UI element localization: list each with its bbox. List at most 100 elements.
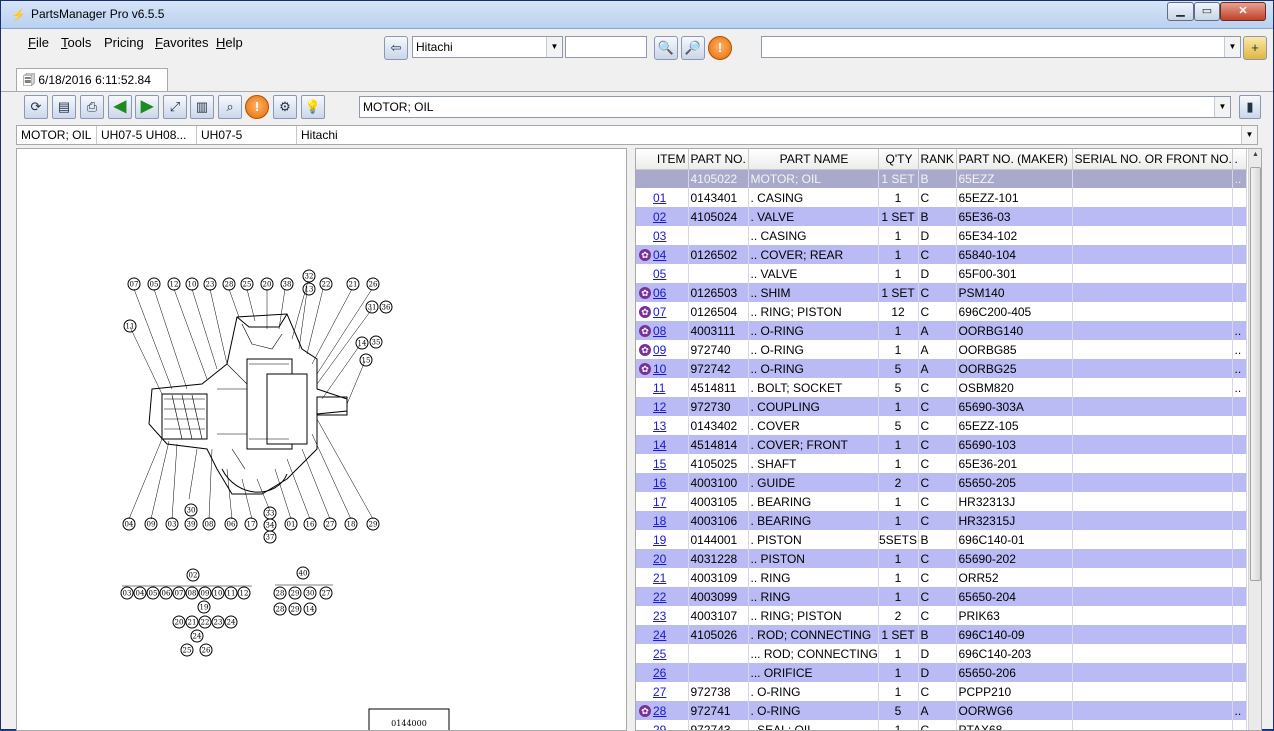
book-icon[interactable]: ▮ — [1239, 95, 1261, 119]
item-link[interactable]: 06 — [653, 286, 666, 300]
vertical-scrollbar[interactable]: ▲ — [1248, 149, 1262, 731]
table-row[interactable]: 130143402. COVER5C65EZZ-105 — [636, 416, 1246, 435]
item-link[interactable]: 24 — [653, 628, 666, 642]
chevron-down-icon[interactable]: ▼ — [1241, 126, 1257, 144]
gear-icon[interactable]: ✿ — [639, 344, 651, 356]
table-row[interactable]: 26... ORIFICE1D65650-206 — [636, 663, 1246, 682]
column-header-maker-part-no[interactable]: PART NO. (MAKER) — [956, 149, 1072, 169]
alert-icon[interactable]: ! — [245, 95, 269, 119]
item-link[interactable]: 02 — [653, 210, 666, 224]
table-row[interactable]: 25... ROD; CONNECTING1D696C140-203 — [636, 644, 1246, 663]
column-header-rank[interactable]: RANK — [918, 149, 956, 169]
column-header-qty[interactable]: Q'TY — [878, 149, 918, 169]
tab-session[interactable]: 🗐 6/18/2016 6:11:52.84 — [16, 68, 168, 92]
table-row[interactable]: 27972738. O-RING1CPCPP210 — [636, 682, 1246, 701]
item-link[interactable]: 16 — [653, 476, 666, 490]
table-row[interactable]: 03.. CASING1D65E34-102 — [636, 226, 1246, 245]
table-row[interactable]: 29972743. SEAL; OIL1CPTAX68 — [636, 720, 1246, 731]
menu-pricing[interactable]: Pricing — [104, 35, 144, 50]
table-row[interactable]: 144514814. COVER; FRONT1C65690-103 — [636, 435, 1246, 454]
item-link[interactable]: 27 — [653, 685, 666, 699]
item-link[interactable]: 09 — [653, 343, 666, 357]
item-link[interactable]: 28 — [653, 704, 666, 718]
table-row[interactable]: 234003107.. RING; PISTON2CPRIK63 — [636, 606, 1246, 625]
table-row[interactable]: 05.. VALVE1D65F00-301 — [636, 264, 1246, 283]
close-button[interactable]: ✕ — [1220, 2, 1266, 21]
item-link[interactable]: 04 — [653, 248, 666, 262]
table-row[interactable]: ✿040126502.. COVER; REAR1C65840-104 — [636, 245, 1246, 264]
menu-help[interactable]: Help — [216, 35, 243, 50]
table-row[interactable]: 12972730. COUPLING1C65690-303A — [636, 397, 1246, 416]
table-row[interactable]: 204031228.. PISTON1C65690-202 — [636, 549, 1246, 568]
item-link[interactable]: 19 — [653, 533, 666, 547]
item-link[interactable]: 17 — [653, 495, 666, 509]
table-row[interactable]: 010143401. CASING1C65EZZ-101 — [636, 188, 1246, 207]
item-link[interactable]: 12 — [653, 400, 666, 414]
breadcrumb-item[interactable]: UH07-5 UH08... — [97, 126, 197, 144]
menu-favorites[interactable]: Favorites — [155, 35, 208, 50]
column-header-part-no[interactable]: PART NO. — [688, 149, 748, 169]
table-row[interactable]: 184003106. BEARING1CHR32315J — [636, 511, 1246, 530]
alert-icon[interactable]: ! — [708, 36, 732, 60]
panel-icon[interactable]: ▥ — [190, 95, 214, 119]
table-row[interactable]: 224003099.. RING1C65650-204 — [636, 587, 1246, 606]
table-row[interactable]: ✿084003111.. O-RING1AOORBG140.. — [636, 321, 1246, 340]
scrollbar-thumb[interactable] — [1250, 167, 1261, 581]
parts-diagram[interactable]: 07 05 12 10 23 28 25 20 38 32 13 22 21 2… — [16, 148, 627, 731]
item-link[interactable]: 20 — [653, 552, 666, 566]
settings-icon[interactable]: ⚙ — [273, 95, 297, 119]
minimize-button[interactable]: ▁ — [1167, 2, 1194, 21]
print-preview-icon[interactable]: ▤ — [52, 95, 76, 119]
table-row[interactable]: ✿09972740.. O-RING1AOORBG85.. — [636, 340, 1246, 359]
manufacturer-select[interactable]: Hitachi ▼ — [412, 36, 563, 58]
item-link[interactable]: 05 — [653, 267, 666, 281]
item-link[interactable]: 23 — [653, 609, 666, 623]
chevron-down-icon[interactable]: ▼ — [1214, 97, 1230, 117]
refresh-icon[interactable]: ⟳ — [24, 95, 48, 119]
table-row[interactable]: 244105026. ROD; CONNECTING1 SETB696C140-… — [636, 625, 1246, 644]
table-row[interactable]: ✿070126504.. RING; PISTON12C696C200-405 — [636, 302, 1246, 321]
item-link[interactable]: 14 — [653, 438, 666, 452]
section-select[interactable]: MOTOR; OIL ▼ — [359, 96, 1231, 118]
item-link[interactable]: 07 — [653, 305, 666, 319]
item-link[interactable]: 15 — [653, 457, 666, 471]
table-row[interactable]: 214003109.. RING1CORR52 — [636, 568, 1246, 587]
gear-icon[interactable]: ✿ — [639, 306, 651, 318]
search-icon[interactable]: 🔍 — [654, 36, 678, 60]
item-link[interactable]: 03 — [653, 229, 666, 243]
item-link[interactable]: 08 — [653, 324, 666, 338]
gear-icon[interactable]: ✿ — [639, 363, 651, 375]
column-header-serial-no[interactable]: SERIAL NO. OR FRONT NO. — [1072, 149, 1232, 169]
table-row[interactable]: 174003105. BEARING1CHR32313J — [636, 492, 1246, 511]
hint-icon[interactable]: 💡 — [301, 95, 325, 119]
chevron-down-icon[interactable]: ▼ — [546, 37, 562, 57]
print-icon[interactable]: ⎙ — [80, 95, 104, 119]
breadcrumb-item[interactable]: MOTOR; OIL — [17, 126, 97, 144]
maximize-button[interactable]: ▭ — [1194, 2, 1220, 21]
item-link[interactable]: 25 — [653, 647, 666, 661]
item-link[interactable]: 13 — [653, 419, 666, 433]
table-row[interactable]: ✿28972741. O-RING5AOORWG6.. — [636, 701, 1246, 720]
chevron-down-icon[interactable]: ▼ — [1224, 37, 1240, 57]
back-icon[interactable]: ⇦ — [384, 36, 408, 60]
column-header-item[interactable]: ITEM — [636, 149, 688, 169]
item-link[interactable]: 10 — [653, 362, 666, 376]
scroll-up-icon[interactable]: ▲ — [1250, 151, 1261, 163]
table-row[interactable]: 024105024. VALVE1 SETB65E36-03 — [636, 207, 1246, 226]
table-row[interactable]: 114514811. BOLT; SOCKET5COSBM820.. — [636, 378, 1246, 397]
forward-arrow-icon[interactable]: ▶ — [135, 95, 159, 119]
table-row[interactable]: ✿10972742.. O-RING5AOORBG25.. — [636, 359, 1246, 378]
item-link[interactable]: 21 — [653, 571, 666, 585]
item-link[interactable]: 01 — [653, 191, 666, 205]
table-row[interactable]: 4105022MOTOR; OIL1 SETB65EZZ.. — [636, 169, 1246, 188]
breadcrumb-item[interactable]: UH07-5 — [197, 126, 297, 144]
menu-file[interactable]: File — [28, 35, 49, 50]
item-link[interactable]: 22 — [653, 590, 666, 604]
advanced-search-icon[interactable]: 🔎 — [681, 36, 705, 60]
column-header-part-name[interactable]: PART NAME — [748, 149, 878, 169]
gear-icon[interactable]: ✿ — [639, 705, 651, 717]
zoom-icon[interactable]: ⌕ — [218, 95, 242, 119]
table-row[interactable]: ✿060126503.. SHIM1 SETCPSM140 — [636, 283, 1246, 302]
column-header-more[interactable]: . — [1232, 149, 1246, 169]
folder-add-icon[interactable]: + — [1243, 36, 1267, 60]
